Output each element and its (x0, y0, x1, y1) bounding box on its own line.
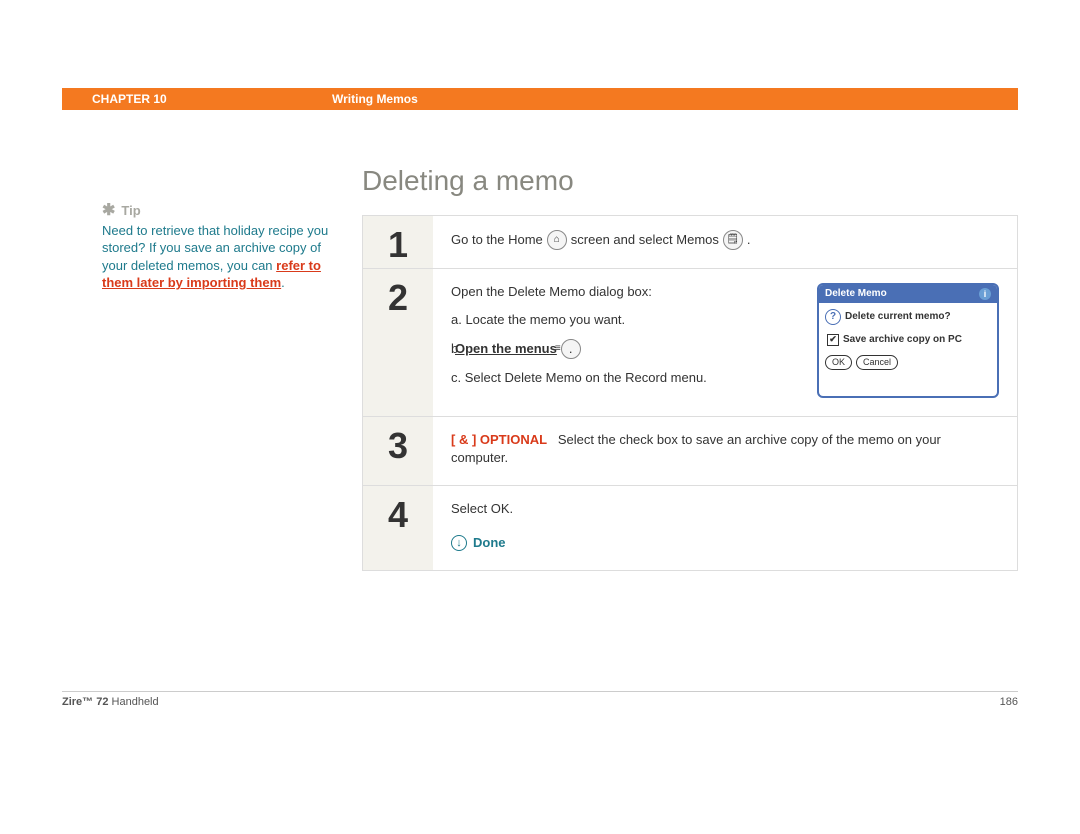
step-2-intro: Open the Delete Memo dialog box: (451, 283, 797, 301)
step-number: 2 (363, 269, 433, 416)
page-footer: Zire™ 72 Handheld 186 (62, 691, 1018, 708)
step-number: 3 (363, 417, 433, 485)
product-name: Zire™ 72 Handheld (62, 696, 159, 708)
header-title: Writing Memos (332, 92, 418, 106)
down-arrow-icon: ↓ (451, 535, 467, 551)
page-number: 186 (1000, 696, 1018, 708)
home-icon: ⌂ (547, 230, 567, 250)
dialog-title: Delete Memo (825, 287, 887, 301)
done-indicator: ↓ Done (451, 534, 999, 552)
tip-body: Need to retrieve that holiday recipe you… (102, 222, 342, 292)
step-3: 3 [ & ] OPTIONAL Select the check box to… (363, 417, 1017, 486)
dialog-checkbox-row: ✔ Save archive copy on PC (827, 333, 991, 347)
dialog-titlebar: Delete Memo i (819, 285, 997, 303)
tip-title: ✱ Tip (102, 200, 342, 222)
dialog-cancel-button: Cancel (856, 355, 898, 370)
tip-label: Tip (121, 202, 140, 220)
delete-memo-dialog: Delete Memo i ? Delete current memo? ✔ (817, 283, 999, 398)
step-number: 1 (363, 216, 433, 268)
steps-table: 1 Go to the Home ⌂ screen and select Mem… (362, 215, 1018, 571)
step-3-text: [ & ] OPTIONAL Select the check box to s… (451, 431, 999, 467)
question-icon: ? (825, 309, 841, 325)
info-icon: i (979, 288, 991, 300)
memos-icon: 🗒 (723, 230, 743, 250)
dialog-question: ? Delete current memo? (825, 309, 991, 325)
dialog-ok-button: OK (825, 355, 852, 370)
chapter-label: CHAPTER 10 (92, 92, 332, 106)
step-2a: a. Locate the memo you want. (451, 311, 797, 329)
asterisk-icon: ✱ (102, 200, 115, 222)
step-2c: c. Select Delete Memo on the Record menu… (451, 369, 797, 387)
step-number: 4 (363, 486, 433, 570)
checkbox-icon: ✔ (827, 334, 839, 346)
page-header: CHAPTER 10 Writing Memos (62, 88, 1018, 110)
step-1: 1 Go to the Home ⌂ screen and select Mem… (363, 216, 1017, 269)
step-4: 4 Select OK. ↓ Done (363, 486, 1017, 570)
step-2: 2 Open the Delete Memo dialog box: a. Lo… (363, 269, 1017, 417)
tip-block: ✱ Tip Need to retrieve that holiday reci… (102, 200, 342, 292)
step-4-text: Select OK. (451, 500, 999, 518)
page-title: Deleting a memo (362, 165, 1018, 197)
open-menus-link[interactable]: Open the menus (471, 340, 557, 358)
step-1-text: Go to the Home ⌂ screen and select Memos… (451, 230, 999, 250)
step-2b: b. Open the menus ≡ . (451, 339, 797, 359)
optional-tag: [ & ] OPTIONAL (451, 432, 547, 447)
